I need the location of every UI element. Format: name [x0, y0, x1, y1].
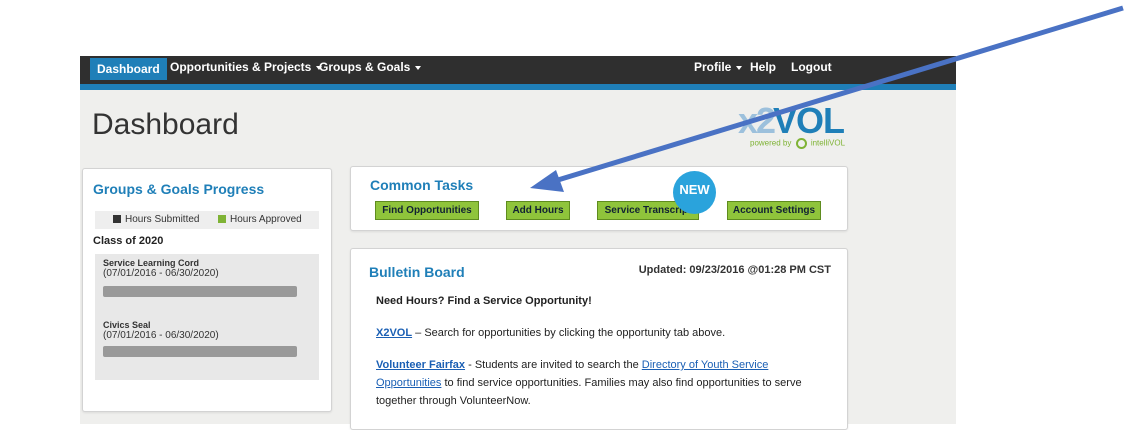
arrow-head [530, 170, 564, 192]
arrow-shaft [547, 5, 1124, 186]
annotation-arrow [530, 5, 1124, 192]
